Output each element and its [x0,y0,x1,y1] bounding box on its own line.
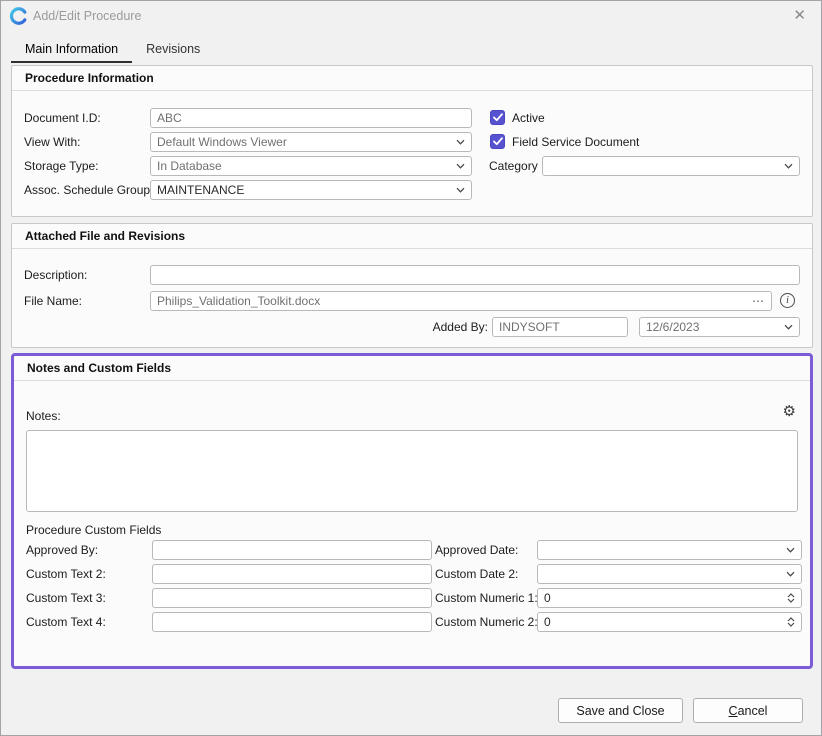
chevron-down-icon [786,547,795,553]
add-edit-procedure-dialog: Add/Edit Procedure ✕ Main Information Re… [0,0,822,736]
added-by-label: Added By: [412,317,488,337]
chevron-down-icon [456,163,465,169]
custom-text-3-label: Custom Text 3: [26,588,106,608]
storage-type-value: In Database [157,159,452,173]
chevron-down-icon [456,187,465,193]
procedure-information-section: Procedure Information Document I.D: ABC … [11,65,813,217]
added-by-value: INDYSOFT [499,320,621,334]
storage-type-label: Storage Type: [24,156,99,176]
document-id-label: Document I.D: [24,108,101,128]
category-dropdown[interactable] [542,156,800,176]
document-id-field[interactable]: ABC [150,108,472,128]
tab-revisions[interactable]: Revisions [132,39,214,63]
approved-date-dropdown[interactable] [537,540,802,560]
active-checkbox-label: Active [512,110,545,126]
custom-date-2-dropdown[interactable] [537,564,802,584]
description-field[interactable] [150,265,800,285]
view-with-label: View With: [24,132,80,152]
view-with-dropdown[interactable]: Default Windows Viewer [150,132,472,152]
custom-numeric-2-label: Custom Numeric 2: [435,612,538,632]
custom-numeric-1-stepper[interactable]: 0 [537,588,802,608]
view-with-value: Default Windows Viewer [157,135,452,149]
info-icon[interactable]: i [780,293,795,308]
close-icon[interactable]: ✕ [788,1,811,31]
custom-text-4-label: Custom Text 4: [26,612,106,632]
custom-text-4-field[interactable] [152,612,432,632]
custom-numeric-2-stepper[interactable]: 0 [537,612,802,632]
field-service-document-checkbox[interactable] [490,134,505,149]
custom-numeric-1-value: 0 [544,591,783,605]
schedule-group-dropdown[interactable]: MAINTENANCE [150,180,472,200]
custom-text-2-label: Custom Text 2: [26,564,106,584]
settings-gear-icon[interactable]: ⚙ [783,404,796,420]
approved-by-label: Approved By: [26,540,98,560]
window-title: Add/Edit Procedure [33,1,141,31]
attached-file-section: Attached File and Revisions Description:… [11,223,813,348]
custom-text-3-field[interactable] [152,588,432,608]
chevron-down-icon [784,163,793,169]
notes-label: Notes: [26,406,61,426]
tab-revisions-label: Revisions [146,42,200,56]
file-name-label: File Name: [24,291,82,311]
titlebar: Add/Edit Procedure ✕ [1,1,821,33]
tab-bar: Main Information Revisions [11,39,214,63]
chevron-down-icon [786,571,795,577]
app-logo-icon [9,6,29,26]
save-and-close-button[interactable]: Save and Close [558,698,683,723]
tab-main-information-label: Main Information [25,42,118,56]
approved-date-label: Approved Date: [435,540,518,560]
active-checkbox[interactable] [490,110,505,125]
file-name-field[interactable]: Philips_Validation_Toolkit.docx ⋯ [150,291,772,311]
browse-ellipsis-button[interactable]: ⋯ [752,294,765,308]
added-by-field[interactable]: INDYSOFT [492,317,628,337]
custom-numeric-1-label: Custom Numeric 1: [435,588,538,608]
section-title: Procedure Information [12,66,812,91]
schedule-group-label: Assoc. Schedule Group: [24,180,153,200]
custom-date-2-label: Custom Date 2: [435,564,518,584]
custom-text-2-field[interactable] [152,564,432,584]
document-id-value: ABC [157,111,465,125]
chevron-down-icon [456,139,465,145]
cancel-button-mnemonic: C [729,704,738,718]
notes-textarea[interactable] [26,430,798,512]
notes-and-custom-fields-section: Notes and Custom Fields Notes: ⚙ Procedu… [11,353,813,669]
chevron-down-icon [784,324,793,330]
category-label: Category [489,156,538,176]
cancel-button-label: ancel [738,704,768,718]
custom-fields-title: Procedure Custom Fields [26,520,161,540]
approved-by-field[interactable] [152,540,432,560]
spinner-up-down-icon[interactable] [787,593,795,603]
spinner-up-down-icon[interactable] [787,617,795,627]
schedule-group-value: MAINTENANCE [157,183,452,197]
tab-main-information[interactable]: Main Information [11,39,132,63]
added-date-value: 12/6/2023 [646,320,780,334]
save-and-close-button-label: Save and Close [576,704,664,718]
field-service-document-checkbox-label: Field Service Document [512,134,639,150]
description-label: Description: [24,265,87,285]
file-name-value: Philips_Validation_Toolkit.docx [157,294,748,308]
storage-type-dropdown[interactable]: In Database [150,156,472,176]
section-title: Notes and Custom Fields [14,356,810,381]
custom-numeric-2-value: 0 [544,615,783,629]
section-title: Attached File and Revisions [12,224,812,249]
cancel-button[interactable]: Cancel [693,698,803,723]
added-date-dropdown[interactable]: 12/6/2023 [639,317,800,337]
